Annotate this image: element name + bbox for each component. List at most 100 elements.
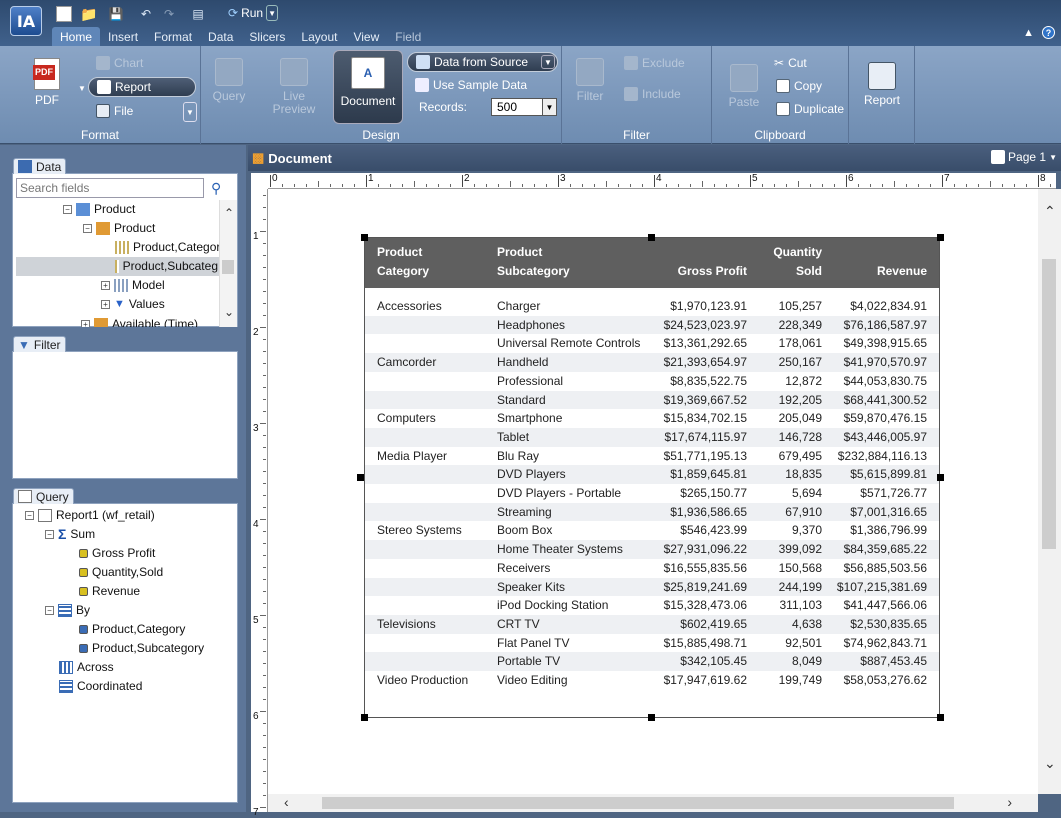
table-row[interactable]: Standard $19,369,667.52 192,205 $68,441,300… xyxy=(365,390,939,410)
tab-layout[interactable]: Layout xyxy=(293,27,345,47)
tab-field[interactable]: Field xyxy=(387,27,429,47)
records-input[interactable]: 500 ▼ xyxy=(491,98,557,116)
collapse-icon[interactable]: − xyxy=(25,510,34,520)
tab-data[interactable]: Data xyxy=(200,27,241,47)
resize-handle[interactable] xyxy=(937,474,944,481)
tab-home[interactable]: Home xyxy=(52,27,101,47)
scroll-thumb[interactable] xyxy=(222,260,234,274)
run-button[interactable]: ⟳ Run ▼ xyxy=(228,5,279,21)
table-row[interactable]: iPod Docking Station $15,328,473.06 311,10… xyxy=(365,596,939,615)
undo-icon[interactable]: ↶ xyxy=(138,6,154,22)
help-icon[interactable]: ? xyxy=(1042,26,1055,39)
tree-model[interactable]: + Model xyxy=(101,276,165,294)
file-button[interactable]: File xyxy=(96,102,133,120)
scroll-down-icon[interactable]: ⌄ xyxy=(1044,755,1056,772)
table-row[interactable]: Portable TV $342,105.45 8,049 $887,453.45 xyxy=(365,652,939,671)
records-dropdown-icon[interactable]: ▼ xyxy=(542,99,556,115)
query-product-subcategory[interactable]: Product,Subcategory xyxy=(79,639,204,657)
scroll-up-icon[interactable]: ⌃ xyxy=(224,206,234,220)
print-preview-icon[interactable]: ▤ xyxy=(190,6,206,22)
header-product-category[interactable]: Product Category xyxy=(377,243,429,281)
pdf-dropdown-icon[interactable]: ▼ xyxy=(78,84,86,93)
table-row[interactable]: Camcorder Handheld $21,393,654.97 250,167 $4… xyxy=(365,353,939,372)
table-row[interactable]: Home Theater Systems $27,931,096.22 399,09… xyxy=(365,540,939,559)
collapse-icon[interactable]: − xyxy=(45,605,54,615)
table-row[interactable]: DVD Players - Portable $265,150.77 5,694 $5… xyxy=(365,484,939,503)
table-row[interactable]: Speaker Kits $25,819,241.69 244,199 $107,21… xyxy=(365,577,939,597)
report-button[interactable]: Report xyxy=(861,62,903,107)
copy-button[interactable]: Copy xyxy=(776,77,822,95)
query-report-node[interactable]: − Report1 (wf_retail) xyxy=(25,506,155,524)
tree-product-category[interactable]: Product,Category xyxy=(115,238,226,256)
resize-handle[interactable] xyxy=(357,474,364,481)
tab-insert[interactable]: Insert xyxy=(100,27,146,47)
query-sum-node[interactable]: − Σ Sum xyxy=(45,525,95,543)
tree-product-dim[interactable]: − Product xyxy=(63,200,135,218)
open-folder-icon[interactable]: 📁 xyxy=(80,6,97,22)
page-selector[interactable]: Page 1 ▼ xyxy=(991,150,1057,164)
table-row[interactable]: Flat Panel TV $15,885,498.71 92,501 $74,962… xyxy=(365,634,939,653)
new-file-icon[interactable] xyxy=(56,6,72,22)
search-icon[interactable]: ⚲ xyxy=(211,180,221,197)
resize-handle[interactable] xyxy=(937,714,944,721)
scroll-right-icon[interactable]: › xyxy=(1007,794,1012,810)
tree-available-time[interactable]: + Available (Time) xyxy=(81,315,198,327)
query-product-category[interactable]: Product,Category xyxy=(79,620,185,638)
vertical-scrollbar[interactable]: ⌃ ⌄ xyxy=(1038,189,1061,794)
data-source-select[interactable]: Data from Source ▼ xyxy=(407,52,558,72)
report-table[interactable]: Product Category Product Subcategory Gross… xyxy=(364,237,940,718)
collapse-ribbon-icon[interactable]: ▲ xyxy=(1023,27,1034,39)
query-by-node[interactable]: − By xyxy=(45,601,90,619)
data-tree-scrollbar[interactable]: ⌃ ⌄ xyxy=(219,200,237,327)
vertical-scroll-thumb[interactable] xyxy=(1042,259,1056,549)
table-row[interactable]: DVD Players $1,859,645.81 18,835 $5,615,899… xyxy=(365,465,939,484)
query-quantity-sold[interactable]: Quantity,Sold xyxy=(79,563,163,581)
horizontal-scrollbar[interactable]: ‹ › xyxy=(268,794,1038,812)
scroll-down-icon[interactable]: ⌄ xyxy=(224,305,234,319)
table-row[interactable]: Universal Remote Controls $13,361,292.65 1… xyxy=(365,334,939,353)
table-row[interactable]: Media Player Blu Ray $51,771,195.13 679,495… xyxy=(365,447,939,466)
document-button[interactable]: A Document xyxy=(333,50,403,124)
query-across-node[interactable]: Across xyxy=(59,658,114,676)
search-input[interactable]: Search fields xyxy=(16,178,204,198)
table-row[interactable]: Tablet $17,674,115.97 146,728 $43,446,005.9… xyxy=(365,427,939,447)
format-more-icon[interactable]: ▼ xyxy=(183,102,197,122)
table-row[interactable]: Accessories Charger $1,970,123.91 105,257 $4… xyxy=(365,297,939,316)
resize-handle[interactable] xyxy=(361,234,368,241)
resize-handle[interactable] xyxy=(648,714,655,721)
cut-button[interactable]: ✂ Cut xyxy=(774,54,807,72)
table-row[interactable]: Streaming $1,936,586.65 67,910 $7,001,316.6… xyxy=(365,502,939,522)
table-row[interactable]: Professional $8,835,522.75 12,872 $44,053,8… xyxy=(365,372,939,391)
table-row[interactable]: Headphones $24,523,023.97 228,349 $76,186,5… xyxy=(365,315,939,335)
table-row[interactable]: Receivers $16,555,835.56 150,568 $56,885,50… xyxy=(365,559,939,578)
report-format-button[interactable]: Report xyxy=(88,77,196,97)
document-canvas[interactable]: Product Category Product Subcategory Gross… xyxy=(268,189,1038,794)
save-icon[interactable]: 💾 xyxy=(108,6,124,22)
query-gross-profit[interactable]: Gross Profit xyxy=(79,544,155,562)
expand-icon[interactable]: + xyxy=(81,319,90,327)
run-dropdown-icon[interactable]: ▼ xyxy=(266,5,279,21)
expand-icon[interactable]: + xyxy=(101,299,110,309)
pdf-button[interactable]: PDF PDF xyxy=(26,58,68,107)
collapse-icon[interactable]: − xyxy=(83,223,92,233)
query-revenue[interactable]: Revenue xyxy=(79,582,140,600)
horizontal-scroll-thumb[interactable] xyxy=(322,797,954,809)
tree-product-hierarchy[interactable]: − Product xyxy=(83,219,155,237)
resize-handle[interactable] xyxy=(361,714,368,721)
tree-values[interactable]: + ▼ Values xyxy=(101,295,165,313)
use-sample-data-button[interactable]: Use Sample Data xyxy=(415,76,527,94)
header-gross-profit[interactable]: Gross Profit xyxy=(678,262,747,281)
expand-icon[interactable]: + xyxy=(101,280,110,290)
scroll-left-icon[interactable]: ‹ xyxy=(284,794,289,810)
resize-handle[interactable] xyxy=(648,234,655,241)
header-revenue[interactable]: Revenue xyxy=(877,262,927,281)
query-coordinated-node[interactable]: Coordinated xyxy=(59,677,142,695)
table-row[interactable]: Computers Smartphone $15,834,702.15 205,049… xyxy=(365,409,939,428)
tab-slicers[interactable]: Slicers xyxy=(241,27,293,47)
table-row[interactable]: Televisions CRT TV $602,419.65 4,638 $2,530,… xyxy=(365,614,939,634)
duplicate-button[interactable]: Duplicate xyxy=(776,100,844,118)
resize-handle[interactable] xyxy=(937,234,944,241)
collapse-icon[interactable]: − xyxy=(63,204,72,214)
header-quantity-sold[interactable]: Quantity Sold xyxy=(773,243,822,281)
tree-product-subcategory[interactable]: Product,Subcateg xyxy=(115,257,218,275)
